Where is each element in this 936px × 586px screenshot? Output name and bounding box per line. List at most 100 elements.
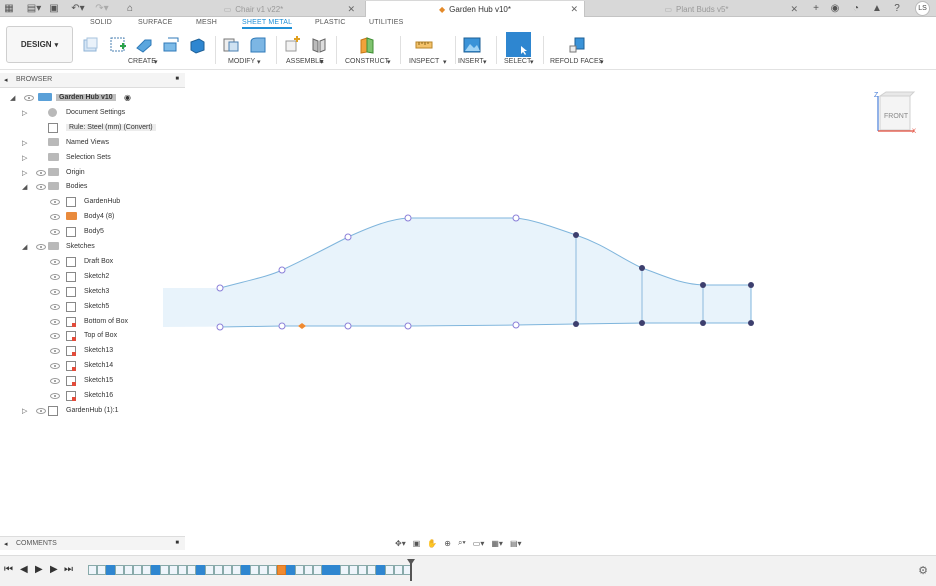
timeline-feature[interactable] <box>169 565 178 575</box>
collapse-arrow-icon[interactable]: ◂ <box>4 76 8 84</box>
refold-faces-icon[interactable] <box>568 36 586 54</box>
new-tab-icon[interactable]: + <box>810 1 822 16</box>
home-icon[interactable]: ⌂ <box>124 1 136 16</box>
browser-item[interactable]: Top of Box <box>0 330 185 342</box>
timeline-feature[interactable] <box>151 565 160 575</box>
document-tab-garden-hub[interactable]: ◆ Garden Hub v10* ✕ <box>365 1 585 17</box>
display-settings-icon[interactable]: ▭▾ <box>473 539 485 548</box>
sketch-point[interactable] <box>639 265 645 271</box>
sketch-point[interactable] <box>512 214 520 222</box>
flange-icon[interactable] <box>135 36 153 54</box>
timeline-feature[interactable] <box>385 565 394 575</box>
undo-icon[interactable]: ↶▾ <box>70 1 86 16</box>
timeline-feature[interactable] <box>277 565 286 575</box>
expand-arrow-icon[interactable]: ▷ <box>22 407 27 415</box>
viewcube[interactable]: Z X FRONT <box>872 88 918 134</box>
inspect-group[interactable]: INSPECT <box>409 58 439 65</box>
select-group[interactable]: SELECT <box>504 58 531 65</box>
visibility-eye-icon[interactable] <box>24 95 34 101</box>
visibility-eye-icon[interactable] <box>50 333 60 340</box>
browser-item[interactable]: ▷ Selection Sets <box>0 152 185 164</box>
timeline-feature[interactable] <box>115 565 124 575</box>
avatar[interactable]: LS <box>915 1 930 16</box>
activate-radio-icon[interactable]: ◉ <box>124 93 131 102</box>
create-sketch-icon[interactable] <box>109 36 127 54</box>
skip-to-start-icon[interactable]: ⏮ <box>4 564 13 575</box>
browser-item[interactable]: Draft Box <box>0 256 185 268</box>
close-tab-icon[interactable]: ✕ <box>570 4 578 15</box>
tab-surface[interactable]: SURFACE <box>138 19 172 26</box>
browser-item[interactable]: ▷ Document Settings <box>0 107 185 119</box>
timeline-feature[interactable] <box>259 565 268 575</box>
timeline-feature[interactable] <box>178 565 187 575</box>
timeline-feature[interactable] <box>286 565 295 575</box>
visibility-eye-icon[interactable] <box>50 273 60 280</box>
visibility-eye-icon[interactable] <box>50 258 60 265</box>
timeline-feature[interactable] <box>232 565 241 575</box>
workspace-switcher[interactable]: DESIGN ▾ <box>6 26 73 63</box>
play-icon[interactable]: ▶ <box>35 564 43 575</box>
timeline-feature[interactable] <box>349 565 358 575</box>
timeline-feature[interactable] <box>142 565 151 575</box>
close-tab-icon[interactable]: ✕ <box>790 4 798 15</box>
timeline-feature[interactable] <box>241 565 250 575</box>
sketch-point[interactable] <box>748 320 754 326</box>
expand-arrow-icon[interactable]: ▷ <box>22 139 27 147</box>
timeline-feature[interactable] <box>358 565 367 575</box>
file-menu-icon[interactable]: ▤▾ <box>24 1 44 16</box>
visibility-eye-icon[interactable] <box>50 393 60 399</box>
select-icon[interactable] <box>506 32 531 57</box>
browser-item[interactable]: Body4 (8) <box>0 211 185 223</box>
timeline-feature[interactable] <box>124 565 133 575</box>
assemble-group[interactable]: ASSEMBLE <box>286 58 324 65</box>
document-tab-plant-buds[interactable]: ▭ Plant Buds v5* ✕ <box>589 1 804 17</box>
sketch-point[interactable] <box>573 232 579 238</box>
timeline-feature[interactable] <box>322 565 331 575</box>
expand-arrow-icon[interactable]: ▷ <box>22 169 27 177</box>
browser-item[interactable]: ▷ GardenHub (1):1 <box>0 405 185 417</box>
pin-icon[interactable]: ■ <box>175 76 179 82</box>
timeline-feature[interactable] <box>106 565 115 575</box>
sketch-point[interactable] <box>639 320 645 326</box>
browser-item[interactable]: ◢ Sketches <box>0 241 185 253</box>
timeline-settings-icon[interactable]: ⚙ <box>918 564 928 577</box>
collapse-arrow-icon[interactable]: ◢ <box>22 183 27 191</box>
tab-solid[interactable]: SOLID <box>90 19 112 26</box>
notifications-icon[interactable]: ▲ <box>871 1 883 16</box>
visibility-eye-icon[interactable] <box>50 318 60 325</box>
contour-flange-icon[interactable] <box>162 36 180 54</box>
sketch-point[interactable] <box>748 282 754 288</box>
visibility-eye-icon[interactable] <box>50 363 60 370</box>
timeline-feature[interactable] <box>187 565 196 575</box>
joint-icon[interactable] <box>310 36 328 54</box>
pin-icon[interactable]: ■ <box>175 540 179 546</box>
browser-item[interactable]: ▷ Named Views <box>0 137 185 149</box>
chevron-down-icon[interactable]: ▾ <box>483 58 487 66</box>
timeline-feature[interactable] <box>394 565 403 575</box>
expand-arrow-icon[interactable]: ▷ <box>22 154 27 162</box>
collapse-arrow-icon[interactable]: ◢ <box>10 94 15 102</box>
tab-mesh[interactable]: MESH <box>196 19 217 26</box>
redo-icon[interactable]: ↷▾ <box>94 1 110 16</box>
chevron-down-icon[interactable]: ▾ <box>387 58 391 66</box>
expand-arrow-icon[interactable]: ▷ <box>22 109 27 117</box>
tab-sheet-metal[interactable]: SHEET METAL <box>242 19 293 29</box>
grid-settings-icon[interactable]: ▦▾ <box>491 539 503 548</box>
chevron-down-icon[interactable]: ▾ <box>154 58 158 66</box>
timeline-feature[interactable] <box>88 565 97 575</box>
document-tab-chair[interactable]: ▭ Chair v1 v22* ✕ <box>146 1 361 17</box>
insert-image-icon[interactable] <box>463 36 481 54</box>
timeline-feature[interactable] <box>97 565 106 575</box>
browser-header[interactable]: ◂ BROWSER ■ <box>0 73 185 88</box>
timeline-feature[interactable] <box>340 565 349 575</box>
viewcube-face-label[interactable]: FRONT <box>884 113 909 120</box>
construct-group[interactable]: CONSTRUCT <box>345 58 389 65</box>
timeline-feature[interactable] <box>250 565 259 575</box>
sketch-point[interactable] <box>700 282 706 288</box>
sketch-point[interactable] <box>278 266 286 274</box>
visibility-eye-icon[interactable] <box>50 199 60 206</box>
browser-item[interactable]: Sketch2 <box>0 271 185 283</box>
browser-item[interactable]: Bottom of Box <box>0 316 185 328</box>
chevron-down-icon[interactable]: ▾ <box>530 58 534 66</box>
app-grid-icon[interactable]: ▦ <box>3 1 15 16</box>
